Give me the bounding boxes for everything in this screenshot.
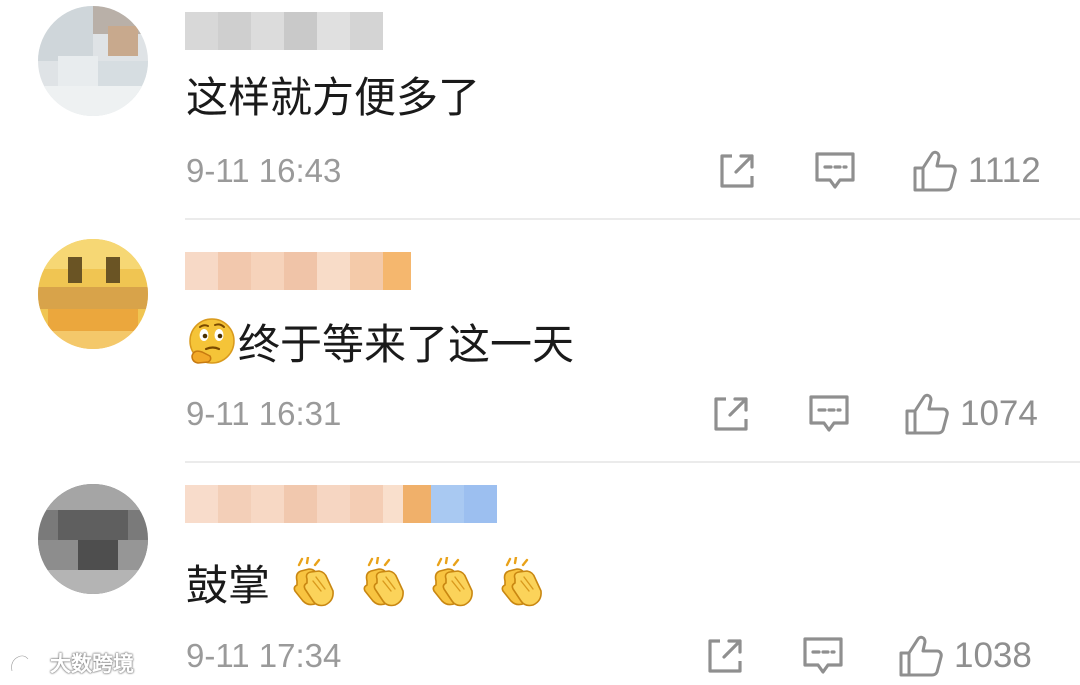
username-blur-block: [251, 12, 284, 50]
comment-item: 鼓掌 9-11 17:34 1038: [0, 462, 1080, 685]
comment-text-content: 鼓掌: [186, 561, 271, 610]
like-count: 1074: [960, 394, 1038, 433]
thumbs-up-icon: [905, 393, 949, 435]
username-blur-block: [218, 485, 251, 523]
username-blur-block: [284, 485, 317, 523]
share-icon: [720, 154, 754, 188]
username-blur-block: [185, 485, 218, 523]
comment-icon: [809, 395, 849, 432]
clapping-hands-emoji-row: [270, 555, 547, 610]
username-blur-block: [431, 485, 464, 523]
username-blur-block: [383, 252, 411, 290]
username-blur-block: [185, 252, 218, 290]
username-blurred[interactable]: [185, 12, 383, 50]
reply-button[interactable]: [807, 393, 851, 435]
share-button[interactable]: [716, 150, 758, 192]
comment-text: 终于等来了这一天: [186, 316, 574, 379]
username-blur-block: [284, 252, 317, 290]
like-count: 1112: [968, 151, 1041, 190]
avatar[interactable]: [38, 484, 148, 594]
comment-feed: 这样就方便多了 9-11 16:43 1112 终于等来了这一天 9-11 16…: [0, 0, 1080, 685]
username-blur-block: [251, 252, 284, 290]
username-blur-block: [317, 252, 350, 290]
watermark: 大数跨境: [8, 648, 134, 678]
username-blur-block: [350, 252, 383, 290]
avatar[interactable]: [38, 6, 148, 116]
thumbs-up-icon: [899, 635, 943, 677]
comment-text: 这样就方便多了: [186, 73, 480, 123]
comment-item: 这样就方便多了 9-11 16:43 1112: [0, 0, 1080, 219]
share-button[interactable]: [710, 393, 752, 435]
comment-icon: [815, 152, 855, 189]
clapping-hands-icon: [426, 555, 478, 620]
comment-text-content: 这样就方便多了: [186, 73, 481, 122]
username-blur-block: [317, 485, 350, 523]
username-blur-block: [350, 485, 383, 523]
username-blur-block: [185, 12, 218, 50]
watermark-text: 大数跨境: [50, 652, 134, 676]
reply-button[interactable]: [801, 635, 845, 677]
thinking-face-icon: [186, 316, 238, 379]
username-blur-block: [464, 485, 497, 523]
username-blurred[interactable]: [185, 485, 497, 523]
clapping-hands-icon: [357, 555, 409, 620]
username-blur-block: [403, 485, 431, 523]
username-blur-block: [251, 485, 284, 523]
like-count: 1038: [954, 636, 1032, 675]
username-blur-block: [284, 12, 317, 50]
comment-timestamp: 9-11 16:43: [186, 152, 342, 189]
watermark-logo-icon: [10, 654, 45, 673]
reply-button[interactable]: [813, 150, 857, 192]
username-blur-block: [218, 252, 251, 290]
share-icon: [708, 639, 742, 673]
clapping-hands-icon: [287, 555, 339, 620]
username-blurred[interactable]: [185, 252, 411, 290]
comment-timestamp: 9-11 17:34: [186, 637, 342, 674]
share-icon: [714, 397, 748, 431]
username-blur-block: [383, 485, 403, 523]
username-blur-block: [218, 12, 251, 50]
username-blur-block: [317, 12, 350, 50]
comment-item: 终于等来了这一天 9-11 16:31 1074: [0, 219, 1080, 462]
comment-text-content: 终于等来了这一天: [238, 320, 575, 369]
comment-timestamp: 9-11 16:31: [186, 395, 342, 432]
username-blur-block: [350, 12, 383, 50]
comment-icon: [803, 637, 843, 674]
like-button[interactable]: 1074: [904, 391, 1038, 437]
clapping-hands-icon: [495, 555, 547, 620]
like-button[interactable]: 1038: [898, 633, 1032, 679]
avatar[interactable]: [38, 239, 148, 349]
like-button[interactable]: 1112: [912, 148, 1041, 194]
comment-text: 鼓掌: [186, 555, 547, 620]
thumbs-up-icon: [913, 150, 957, 192]
share-button[interactable]: [704, 635, 746, 677]
